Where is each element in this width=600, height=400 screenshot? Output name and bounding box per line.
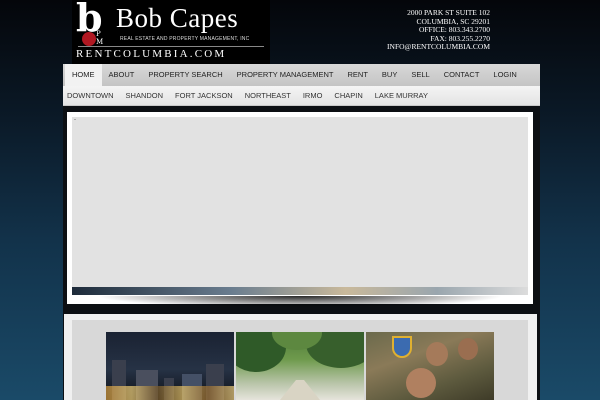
nav-login[interactable]: LOGIN xyxy=(486,64,523,86)
logo-subtitle: REAL ESTATE AND PROPERTY MANAGEMENT, INC xyxy=(120,36,250,42)
image-slider[interactable] xyxy=(72,117,528,295)
nav-sell[interactable]: SELL xyxy=(404,64,436,86)
subnav-lake-murray[interactable]: LAKE MURRAY xyxy=(371,91,432,100)
contact-info: 2000 PARK ST SUITE 102 COLUMBIA, SC 2920… xyxy=(372,8,490,52)
subnav-chapin[interactable]: CHAPIN xyxy=(330,91,366,100)
logo-title: Bob Capes xyxy=(116,3,239,33)
soldier-face xyxy=(426,342,448,366)
logo-divider xyxy=(78,46,264,47)
nav-buy[interactable]: BUY xyxy=(375,64,404,86)
subnav-downtown[interactable]: DOWNTOWN xyxy=(63,91,118,100)
logo-initials-text: P M xyxy=(96,30,104,46)
street-path xyxy=(280,380,320,400)
slider-shadow xyxy=(96,296,504,308)
army-insignia-icon xyxy=(392,336,412,358)
logo-mark-initials: P M xyxy=(96,30,103,46)
subnav-fort-jackson[interactable]: FORT JACKSON xyxy=(171,91,237,100)
site-logo[interactable]: b P M Bob Capes REAL ESTATE AND PROPERTY… xyxy=(72,0,270,64)
neighborhood-nav: DOWNTOWN SHANDON FORT JACKSON NORTHEAST … xyxy=(63,86,540,106)
bpm-logo-mark: b P M xyxy=(76,0,110,50)
email-link[interactable]: INFO@RENTCOLUMBIA.COM xyxy=(372,43,490,52)
logo-url: RENTCOLUMBIA.COM xyxy=(76,48,227,60)
tree-lined-street-photo[interactable] xyxy=(236,332,364,400)
subnav-shandon[interactable]: SHANDON xyxy=(122,91,168,100)
nav-rent[interactable]: RENT xyxy=(341,64,375,86)
nav-contact[interactable]: CONTACT xyxy=(437,64,487,86)
fort-jackson-soldiers-photo[interactable] xyxy=(366,332,494,400)
main-nav: HOME ABOUT PROPERTY SEARCH PROPERTY MANA… xyxy=(63,64,540,86)
logo-red-dot xyxy=(82,32,96,46)
slider-loading-dot xyxy=(74,119,76,120)
subnav-northeast[interactable]: NORTHEAST xyxy=(241,91,295,100)
soldier-face xyxy=(458,338,478,360)
slider-image-strip xyxy=(72,287,528,295)
nav-property-management[interactable]: PROPERTY MANAGEMENT xyxy=(230,64,341,86)
subnav-irmo[interactable]: IRMO xyxy=(299,91,327,100)
soldier-face xyxy=(406,368,436,398)
downtown-skyline-photo[interactable] xyxy=(106,332,234,400)
nav-home[interactable]: HOME xyxy=(65,64,102,86)
nav-property-search[interactable]: PROPERTY SEARCH xyxy=(141,64,229,86)
city-lights xyxy=(106,386,234,400)
nav-about[interactable]: ABOUT xyxy=(102,64,142,86)
